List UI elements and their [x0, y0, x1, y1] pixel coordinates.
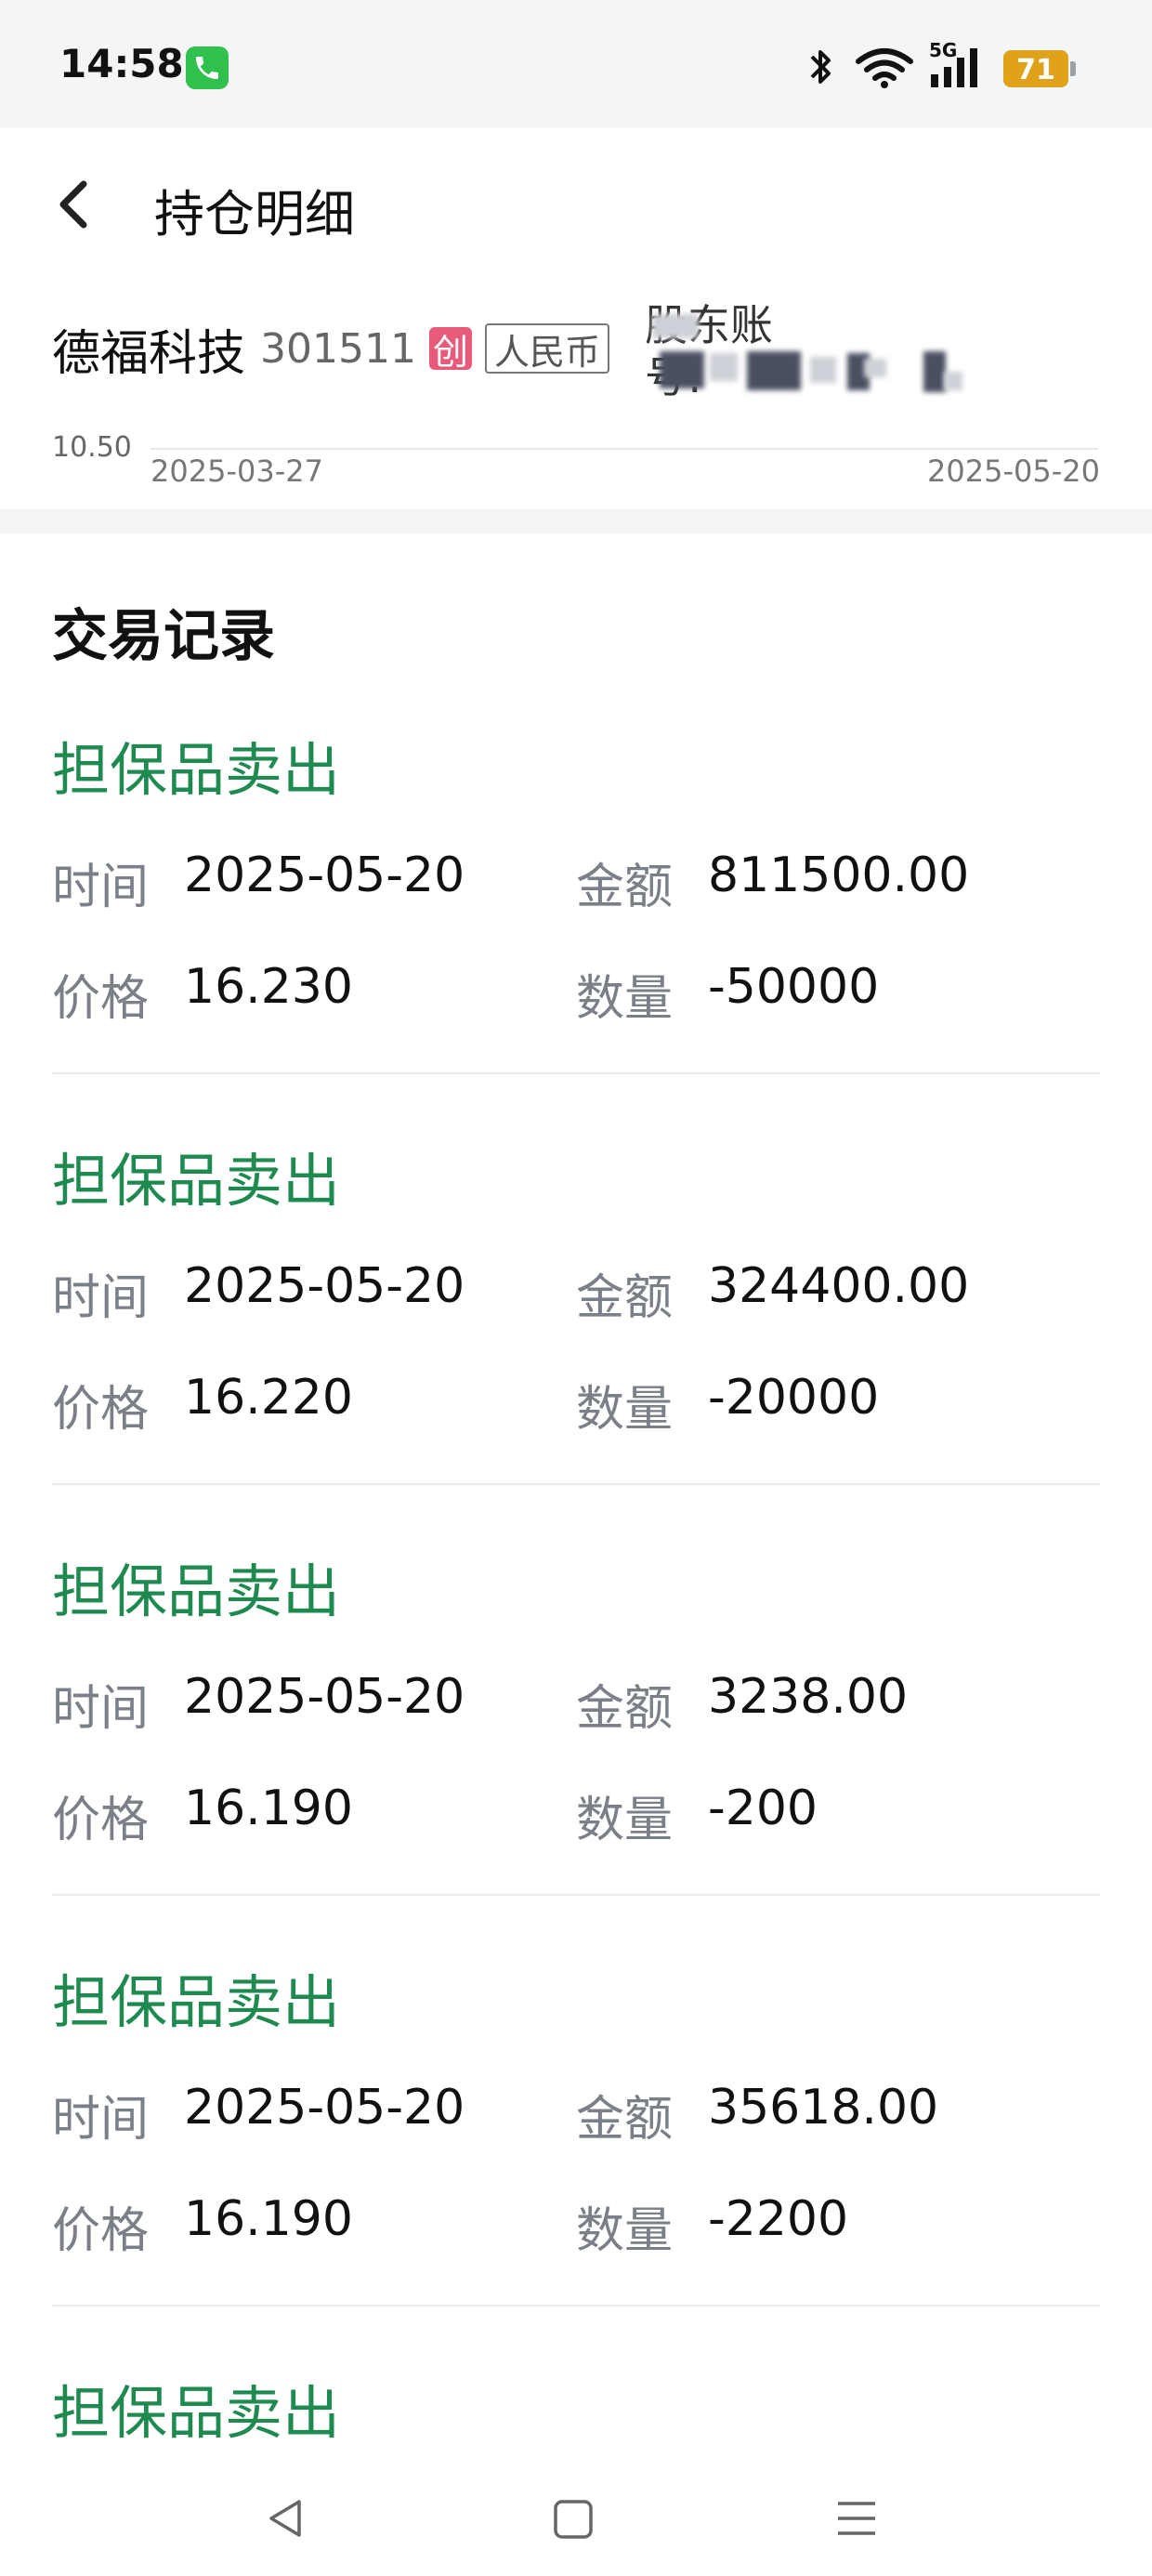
trade-type: 担保品卖出 [52, 1968, 341, 2036]
chart-x-start-label: 2025-03-27 [151, 453, 323, 489]
stock-code: 301511 [260, 324, 416, 373]
price-chart-axis: 10.50 2025-03-27 2025-05-20 [52, 427, 1100, 502]
quantity-value: -20000 [708, 1370, 880, 1426]
trade-type: 担保品卖出 [52, 2379, 341, 2447]
amount-label: 金额 [576, 1270, 674, 1326]
status-time: 14:58 [59, 41, 184, 86]
trade-type: 担保品卖出 [52, 1557, 341, 1625]
quantity-label: 数量 [576, 971, 674, 1027]
time-label: 时间 [52, 2092, 150, 2148]
price-value: 16.190 [184, 1781, 353, 1836]
chart-x-end-label: 2025-05-20 [927, 453, 1100, 489]
quantity-value: -200 [708, 1781, 818, 1836]
page-header: 持仓明细 德福科技 301511 创 人民币 股东账 号: 10.50 2025… [0, 128, 1152, 509]
record-row: 时间 2025-05-20 金额 35618.00 [52, 2080, 1100, 2148]
back-arrow-icon[interactable] [52, 177, 93, 232]
trade-record[interactable]: 担保品卖出 时间 2025-05-20 金额 324400.00 价格 16.2… [52, 1134, 1100, 1544]
time-value: 2025-05-20 [184, 848, 465, 903]
record-row: 价格 16.220 数量 -20000 [52, 1370, 1100, 1438]
redaction-blur [652, 314, 699, 338]
trade-record[interactable]: 担保品卖出 [52, 2366, 1100, 2459]
price-value: 16.230 [184, 959, 353, 1015]
time-label: 时间 [52, 1681, 150, 1737]
stock-info: 德福科技 301511 创 人民币 [52, 316, 609, 382]
amount-label: 金额 [576, 1681, 674, 1737]
cellular-signal-icon: 5G [929, 39, 988, 93]
quantity-value: -2200 [708, 2191, 849, 2247]
page-title: 持仓明细 [154, 185, 355, 243]
quantity-label: 数量 [576, 2203, 674, 2259]
price-label: 价格 [52, 2203, 150, 2259]
time-label: 时间 [52, 860, 150, 915]
price-value: 16.220 [184, 1370, 353, 1426]
redaction-blur [747, 351, 801, 390]
home-square-icon[interactable] [552, 2496, 595, 2544]
trade-record[interactable]: 担保品卖出 时间 2025-05-20 金额 3238.00 价格 16.190… [52, 1544, 1100, 1955]
record-divider [52, 2305, 1100, 2307]
time-value: 2025-05-20 [184, 1258, 465, 1314]
quantity-label: 数量 [576, 1793, 674, 1848]
record-row: 时间 2025-05-20 金额 811500.00 [52, 848, 1100, 915]
phone-call-icon [186, 46, 229, 89]
trade-type: 担保品卖出 [52, 1147, 341, 1215]
trade-type: 担保品卖出 [52, 736, 341, 804]
amount-label: 金额 [576, 860, 674, 915]
amount-value: 35618.00 [708, 2080, 939, 2136]
wifi-icon [855, 46, 914, 93]
growth-board-badge: 创 [428, 327, 472, 373]
amount-value: 811500.00 [708, 848, 970, 903]
redaction-blur [810, 357, 836, 383]
shareholder-account: 股东账 号: [645, 292, 998, 413]
price-value: 16.190 [184, 2191, 353, 2247]
amount-label: 金额 [576, 2092, 674, 2148]
system-nav-bar [0, 2459, 1152, 2576]
price-label: 价格 [52, 971, 150, 1027]
currency-badge: 人民币 [484, 323, 609, 374]
status-bar: 14:58 5G 71 [0, 0, 1152, 128]
record-row: 时间 2025-05-20 金额 3238.00 [52, 1669, 1100, 1737]
record-row: 价格 16.190 数量 -2200 [52, 2191, 1100, 2259]
price-label: 价格 [52, 1793, 150, 1848]
chart-baseline [151, 448, 1098, 450]
section-divider [0, 509, 1152, 533]
bluetooth-icon [806, 45, 834, 93]
record-row: 价格 16.190 数量 -200 [52, 1781, 1100, 1848]
record-divider [52, 1483, 1100, 1485]
price-label: 价格 [52, 1382, 150, 1438]
stock-name: 德福科技 [52, 325, 246, 382]
quantity-value: -50000 [708, 959, 880, 1015]
record-divider [52, 1072, 1100, 1074]
record-row: 价格 16.230 数量 -50000 [52, 959, 1100, 1027]
record-divider [52, 1894, 1100, 1896]
redaction-blur [923, 351, 946, 392]
redaction-blur [660, 351, 704, 388]
trade-record[interactable]: 担保品卖出 时间 2025-05-20 金额 811500.00 价格 16.2… [52, 723, 1100, 1134]
battery-icon: 71 [1003, 50, 1076, 87]
redaction-blur [864, 359, 886, 377]
quantity-label: 数量 [576, 1382, 674, 1438]
record-row: 时间 2025-05-20 金额 324400.00 [52, 1258, 1100, 1326]
menu-lines-icon[interactable] [834, 2496, 879, 2544]
battery-level: 71 [1016, 54, 1055, 86]
time-label: 时间 [52, 1270, 150, 1326]
back-triangle-icon[interactable] [264, 2496, 308, 2544]
amount-value: 3238.00 [708, 1669, 909, 1725]
amount-value: 324400.00 [708, 1258, 970, 1314]
trade-record[interactable]: 担保品卖出 时间 2025-05-20 金额 35618.00 价格 16.19… [52, 1955, 1100, 2366]
records-section-title: 交易记录 [52, 604, 275, 669]
chart-y-min-label: 10.50 [52, 431, 132, 464]
redaction-blur [944, 372, 962, 390]
time-value: 2025-05-20 [184, 2080, 465, 2136]
redaction-blur [710, 353, 738, 381]
time-value: 2025-05-20 [184, 1669, 465, 1725]
